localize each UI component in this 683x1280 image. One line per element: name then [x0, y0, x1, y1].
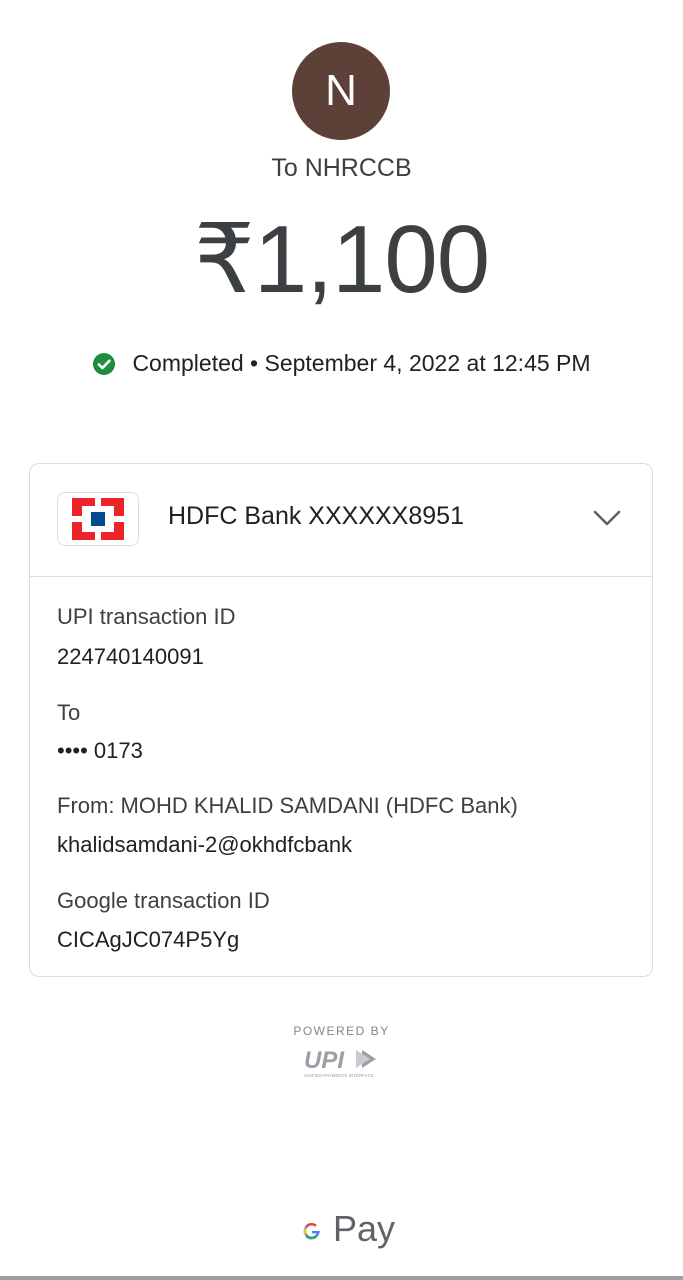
check-circle-icon	[93, 352, 116, 375]
payment-amount: ₹1,100	[193, 206, 490, 313]
upi-subtext: UNIFIED PAYMENTS INTERFACE	[304, 1073, 374, 1078]
bank-account-row[interactable]: HDFC Bank XXXXXX8951	[30, 464, 652, 577]
google-transaction-id-value: CICAgJC074P5Yg	[57, 927, 240, 952]
hdfc-bank-logo	[57, 492, 139, 546]
transaction-details-card: HDFC Bank XXXXXX8951 UPI transaction ID …	[29, 463, 653, 977]
google-transaction-id-label: Google transaction ID	[57, 888, 270, 913]
powered-by-label: POWERED BY	[293, 1024, 390, 1038]
google-g-icon	[303, 1222, 320, 1240]
to-label: To	[57, 700, 81, 725]
from-label: From: MOHD KHALID SAMDANI (HDFC Bank)	[57, 793, 518, 818]
payee-avatar: N	[292, 42, 390, 140]
chevron-down-icon[interactable]	[592, 506, 622, 530]
from-upi-value: khalidsamdani-2@okhdfcbank	[57, 832, 353, 857]
bank-account-name: HDFC Bank XXXXXX8951	[168, 502, 464, 530]
to-account-value: •••• 0173	[57, 738, 143, 763]
bottom-divider	[0, 1276, 683, 1280]
upi-logo: UPI UNIFIED PAYMENTS INTERFACE	[300, 1044, 382, 1080]
payee-name: To NHRCCB	[271, 154, 412, 182]
payee-initial: N	[325, 66, 357, 115]
status-text: Completed • September 4, 2022 at 12:45 P…	[132, 350, 591, 376]
upi-transaction-id-label: UPI transaction ID	[57, 604, 236, 629]
upi-transaction-id-value: 224740140091	[57, 644, 204, 669]
upi-logo-text: UPI	[304, 1047, 345, 1074]
google-pay-label: Pay	[333, 1208, 396, 1249]
payment-status: Completed • September 4, 2022 at 12:45 P…	[0, 350, 683, 377]
